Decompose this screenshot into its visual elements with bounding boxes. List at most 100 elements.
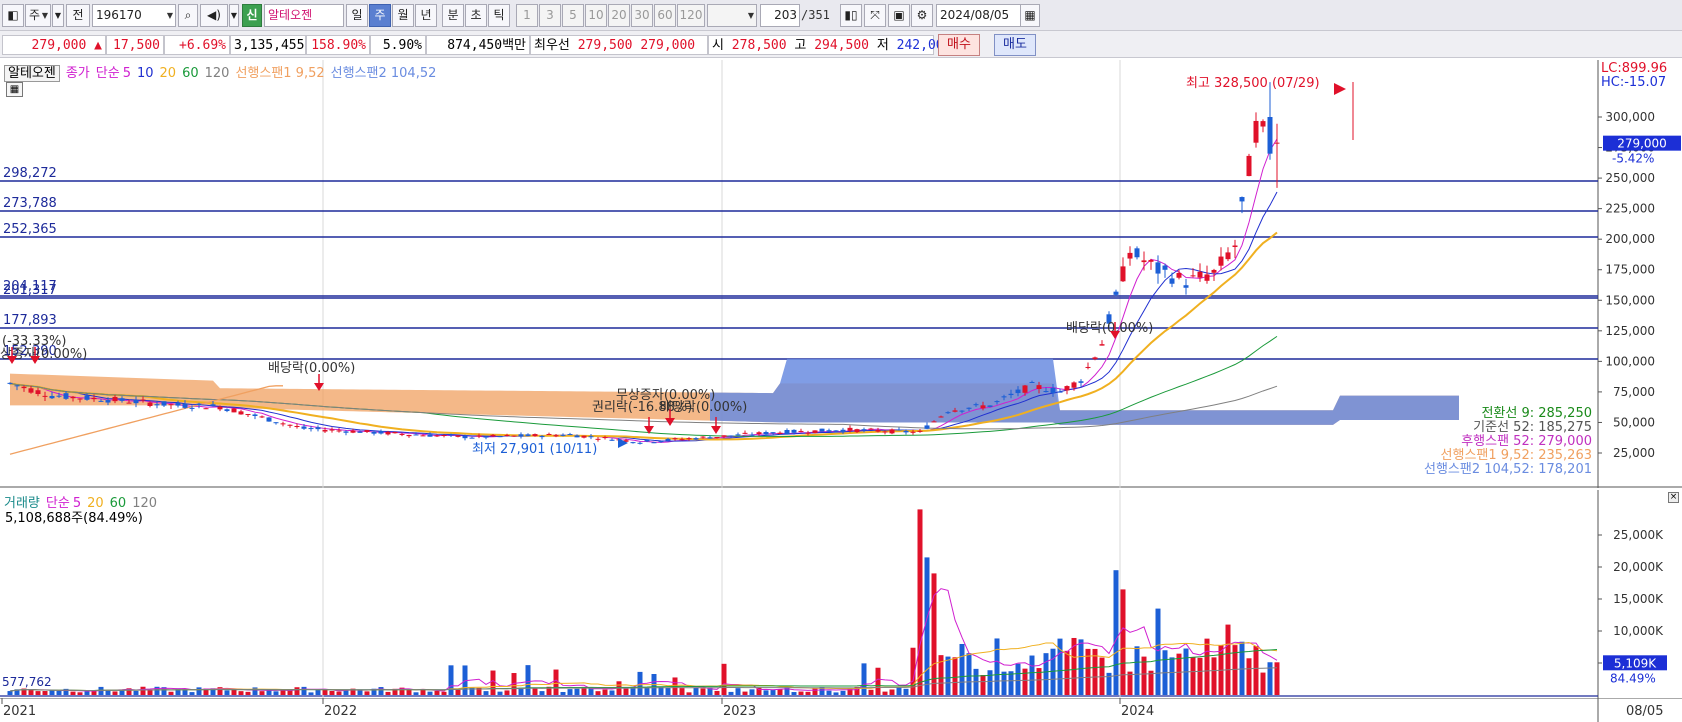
interval-5-button[interactable]: 5 xyxy=(562,4,584,27)
volume-bar-up xyxy=(280,690,286,695)
candle-down xyxy=(749,434,755,436)
candle-icon[interactable]: ▮▯ xyxy=(840,4,862,27)
stock-code-value: 196170 xyxy=(96,8,142,22)
layout-icon[interactable]: ◧ xyxy=(2,4,24,27)
period-minute-button[interactable]: 분 xyxy=(442,4,464,27)
period-day-button[interactable]: 일 xyxy=(346,4,368,27)
candle-down xyxy=(1169,278,1175,284)
annotation-low: 최저 27,901 (10/11) xyxy=(472,442,597,457)
price-tick-label: 250,000 xyxy=(1605,171,1655,185)
candle-up xyxy=(931,421,937,423)
volume-bar-up xyxy=(336,691,342,695)
candle-down xyxy=(154,404,160,406)
interval-20-button[interactable]: 20 xyxy=(608,4,630,27)
volume-bar-up xyxy=(364,691,370,695)
price-chart[interactable]: 300,000275,000250,000225,000200,000175,0… xyxy=(0,60,1682,488)
stock-name-field[interactable]: 알테오젠 xyxy=(264,4,344,27)
candle-up xyxy=(392,431,398,434)
volume-bar-down xyxy=(959,643,965,695)
volume-bar-up xyxy=(70,691,76,695)
volume-bar-up xyxy=(259,691,265,695)
candle-down xyxy=(973,404,979,406)
candle-down xyxy=(609,439,615,441)
year-label: 2022 xyxy=(324,704,357,719)
high-label: 고 xyxy=(794,38,807,53)
volume-bar-down xyxy=(1057,638,1063,695)
interval-60-button[interactable]: 60 xyxy=(654,4,676,27)
crosshair-icon[interactable]: ⤧ xyxy=(864,4,886,27)
volume-bar-up xyxy=(777,689,783,695)
search-icon[interactable]: ⌕ xyxy=(178,4,198,27)
candle-up xyxy=(1211,269,1217,273)
period-year-button[interactable]: 년 xyxy=(415,4,437,27)
volume-tick-label: 10,000K xyxy=(1613,624,1664,638)
volume-bar-up xyxy=(679,688,685,695)
price-tick-label: 200,000 xyxy=(1605,232,1655,246)
volume-bar-down xyxy=(301,686,307,695)
best-label: 최우선 xyxy=(534,38,570,53)
gear-icon[interactable]: ⚙ xyxy=(911,4,933,27)
table-icon[interactable]: ▦ xyxy=(6,82,23,97)
unit-dropdown[interactable]: 주 xyxy=(25,4,51,27)
calendar-icon[interactable]: ▦ xyxy=(1020,4,1040,27)
date-input[interactable]: 2024/08/05 xyxy=(936,4,1026,27)
dropdown-arrow-icon[interactable]: ▼ xyxy=(52,4,64,27)
candle-down xyxy=(840,429,846,433)
buy-button[interactable]: 매수 xyxy=(938,34,980,56)
volume-chart-panel[interactable]: 25,000K20,000K15,000K10,000K5,000K577,76… xyxy=(0,490,1682,698)
sell-button[interactable]: 매도 xyxy=(994,34,1036,56)
price-chart-panel[interactable]: 300,000275,000250,000225,000200,000175,0… xyxy=(0,60,1682,488)
current-pct-label: -5.42% xyxy=(1612,152,1654,166)
ichimoku-label: 전환선 9: 285,250 xyxy=(1481,406,1592,421)
price-legend: 알테오젠 종가 단순 5 10 20 60 120 선행스팬1 9,52 선행스팬2 104,52 xyxy=(4,62,442,82)
legend-stock-name[interactable]: 알테오젠 xyxy=(4,65,60,82)
open-value: 278,500 xyxy=(731,38,787,53)
volume-bar-up xyxy=(917,509,923,695)
candle-up xyxy=(1190,275,1196,277)
volume-bar-down xyxy=(308,692,314,695)
candle-down xyxy=(378,431,384,434)
interval-1-button[interactable]: 1 xyxy=(516,4,538,27)
count-input[interactable]: 203 xyxy=(760,4,800,27)
period-tick-button[interactable]: 틱 xyxy=(488,4,510,27)
candle-up xyxy=(875,430,881,432)
volume-bar-down xyxy=(994,638,1000,695)
prev-button[interactable]: 전 xyxy=(66,4,90,27)
volume-bar-up xyxy=(595,691,601,695)
candle-up xyxy=(1064,386,1070,391)
candle-up xyxy=(1071,382,1077,388)
candle-up xyxy=(1246,155,1252,177)
interval-120-button[interactable]: 120 xyxy=(677,4,705,27)
candle-down xyxy=(497,436,503,438)
period-week-button[interactable]: 주 xyxy=(369,4,391,27)
volume-bar-up xyxy=(1260,672,1266,695)
speaker-icon[interactable]: ◀) xyxy=(200,4,228,27)
candle-up xyxy=(805,432,811,434)
interval-10-button[interactable]: 10 xyxy=(585,4,607,27)
volume-bar-up xyxy=(1022,668,1028,695)
volume-bar-up xyxy=(28,689,34,695)
volume-bar-down xyxy=(966,653,972,695)
period-second-button[interactable]: 초 xyxy=(465,4,487,27)
annotation-div1: 배당락(0.00%) xyxy=(268,361,355,376)
close-icon[interactable]: × xyxy=(1668,492,1679,503)
volume-bar-down xyxy=(1029,655,1035,695)
volume-bar-down xyxy=(903,688,909,695)
interval-dropdown[interactable] xyxy=(707,4,757,27)
save-icon[interactable]: ▣ xyxy=(888,4,910,27)
up-arrow-icon: ▲ xyxy=(94,38,102,53)
candle-down xyxy=(343,431,349,433)
candle-up xyxy=(385,431,391,435)
candle-up xyxy=(28,388,34,393)
interval-3-button[interactable]: 3 xyxy=(539,4,561,27)
period-month-button[interactable]: 월 xyxy=(392,4,414,27)
candle-up xyxy=(532,434,538,437)
volume-bar-up xyxy=(980,675,986,695)
volume-chart[interactable]: 25,000K20,000K15,000K10,000K5,000K577,76… xyxy=(0,490,1682,698)
volume-bar-down xyxy=(826,690,832,695)
stock-code-input[interactable]: 196170 xyxy=(92,4,176,27)
dropdown-arrow-icon[interactable]: ▼ xyxy=(229,4,239,27)
candle-down xyxy=(119,398,125,401)
candle-up xyxy=(1176,272,1182,278)
interval-30-button[interactable]: 30 xyxy=(631,4,653,27)
